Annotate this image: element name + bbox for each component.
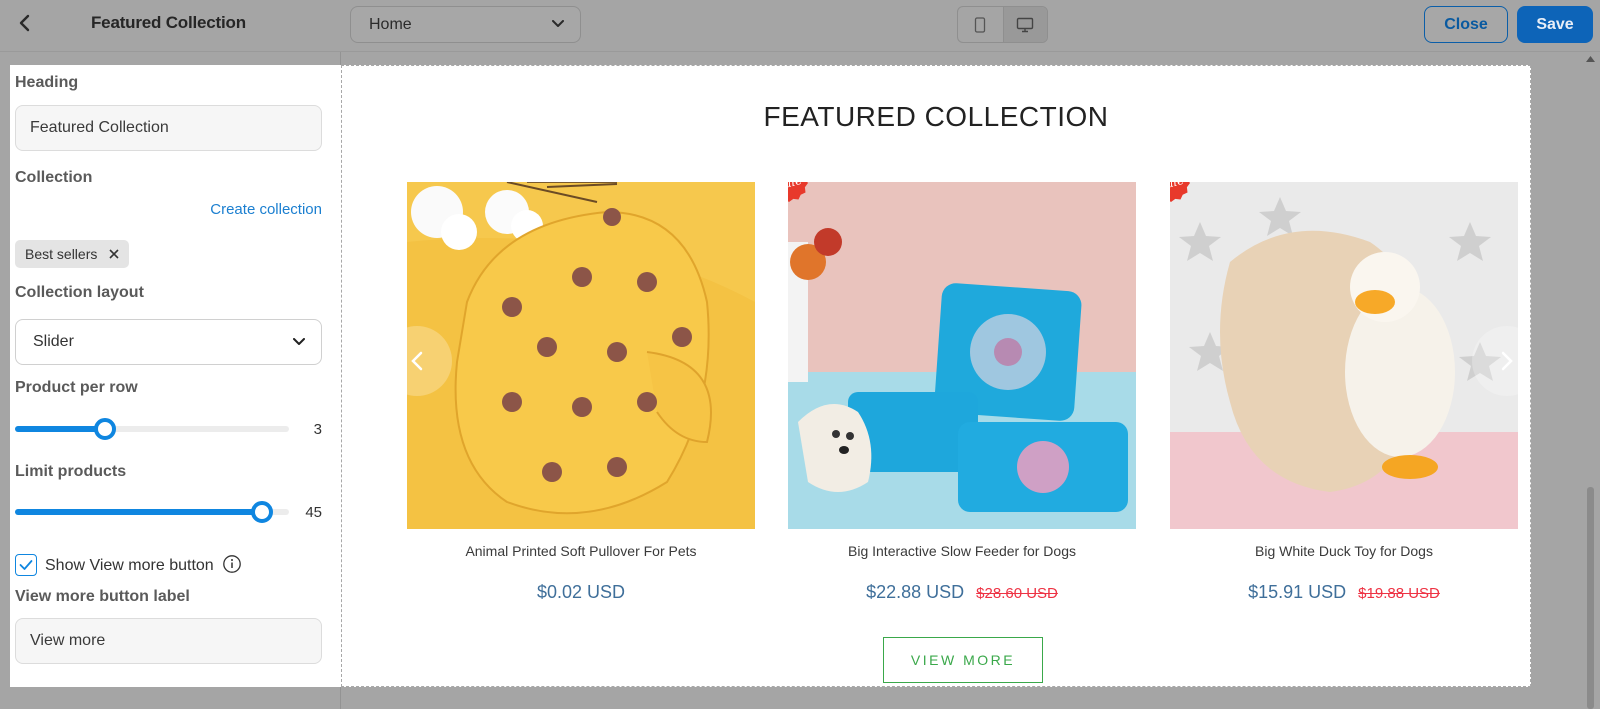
close-button[interactable]: Close [1424,6,1508,43]
desktop-icon [1017,17,1034,32]
product-price: $22.88 USD [866,582,965,602]
limit-products-slider[interactable] [15,501,289,523]
product-prices: $22.88 USD $28.60 USD [788,582,1136,603]
product-compare-price: $28.60 USD [976,585,1058,602]
sale-badge: Sale [1170,182,1190,202]
editor-toolbar: Featured Collection Home Close Save [0,0,1600,52]
info-icon[interactable] [222,554,242,574]
product-per-row-value: 3 [313,421,322,438]
chevron-down-icon [552,20,564,27]
slider-thumb[interactable] [94,418,117,440]
device-toggle [957,6,1048,43]
page-select-value: Home [369,15,412,33]
slider-fill [15,509,262,515]
product-name[interactable]: Animal Printed Soft Pullover For Pets [407,543,755,559]
mobile-view-button[interactable] [958,7,1003,42]
back-button[interactable] [12,10,38,36]
product-name[interactable]: Big White Duck Toy for Dogs [1170,543,1518,559]
show-view-more-label: Show View more button [45,557,214,574]
collection-layout-value: Slider [33,333,74,350]
limit-products-label: Limit products [15,463,127,480]
chevron-right-icon [1501,351,1513,371]
heading-input-value: Featured Collection [30,119,169,136]
view-more-button[interactable]: VIEW MORE [883,637,1043,683]
product-image[interactable]: Sale [1170,182,1518,529]
show-view-more-checkbox[interactable] [15,554,37,576]
close-icon [109,249,119,259]
product-price: $15.91 USD [1248,582,1347,602]
mobile-icon [975,16,986,33]
view-more-label-value: View more [30,632,106,649]
collection-layout-label: Collection layout [15,284,144,301]
product-prices: $0.02 USD [407,582,755,603]
slider-fill [15,426,106,432]
slider-thumb[interactable] [250,501,273,523]
chevron-left-icon [411,351,423,371]
product-name[interactable]: Big Interactive Slow Feeder for Dogs [788,543,1136,559]
chevron-left-icon [19,14,30,32]
product-prices: $15.91 USD $19.88 USD [1170,582,1518,603]
product-price: $0.02 USD [536,582,626,602]
limit-products-value: 45 [305,504,322,521]
view-more-label-title: View more button label [15,588,190,605]
save-button[interactable]: Save [1517,6,1593,43]
collection-label: Collection [15,169,93,186]
create-collection-link[interactable]: Create collection [210,201,322,218]
settings-panel: Heading Featured Collection Collection C… [10,65,341,687]
desktop-view-button[interactable] [1002,7,1047,42]
view-more-label-input[interactable]: View more [15,618,322,664]
product-compare-price: $19.88 USD [1358,585,1440,602]
collection-layout-select[interactable]: Slider [15,319,322,365]
pullover-image [407,182,755,529]
product-per-row-label: Product per row [15,379,138,396]
slider-prev-button[interactable] [382,326,452,396]
preview-canvas: FEATURED COLLECTION Animal Printed Soft … [341,65,1531,687]
remove-tag-button[interactable] [109,249,119,259]
product-image[interactable] [407,182,755,529]
chevron-down-icon [293,338,305,345]
heading-label: Heading [15,74,79,91]
scrollbar-thumb[interactable] [1587,487,1594,709]
collection-tag-label: Best sellers [25,246,98,262]
page-title: Featured Collection [91,13,246,32]
product-image[interactable]: Sale [788,182,1136,529]
heading-input[interactable]: Featured Collection [15,105,322,151]
product-per-row-slider[interactable] [15,418,289,440]
checkmark-icon [19,560,33,570]
sale-badge: Sale [788,182,808,202]
duck-toy-image [1170,182,1518,529]
page-select[interactable]: Home [350,6,581,43]
preview-scrollbar[interactable] [1581,52,1600,709]
collection-tag: Best sellers [15,240,130,268]
scroll-up-icon [1586,56,1595,62]
slow-feeder-image [788,182,1136,529]
section-title: FEATURED COLLECTION [763,101,1109,132]
